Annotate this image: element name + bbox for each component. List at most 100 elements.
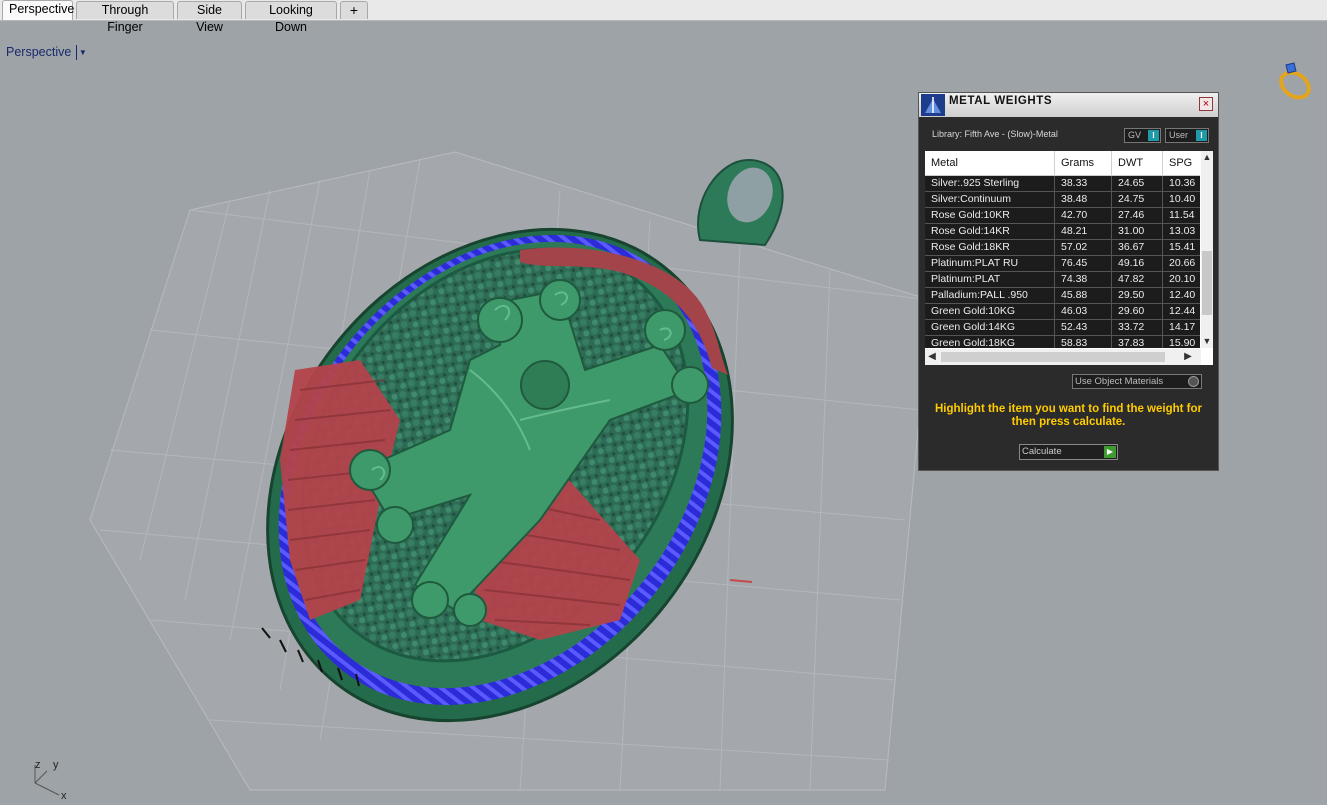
horizontal-scrollbar[interactable]: ◀ ▶ [925, 349, 1201, 365]
grams-cell: 42.70 [1055, 208, 1112, 223]
table-row[interactable]: Platinum:PLAT 74.38 47.82 20.10 [925, 272, 1200, 288]
dwt-cell: 47.82 [1112, 272, 1163, 287]
metal-weights-panel: METAL WEIGHTS × Library: Fifth Ave - (Sl… [918, 92, 1219, 471]
viewport-menu-dropdown-icon[interactable]: ▼ [76, 44, 88, 60]
dwt-cell: 29.60 [1112, 304, 1163, 319]
grams-cell: 74.38 [1055, 272, 1112, 287]
axis-y-label: y [53, 759, 59, 771]
metal-cell: Platinum:PLAT RU [925, 256, 1055, 271]
spg-cell: 12.44 [1169, 305, 1196, 317]
grams-cell: 58.83 [1055, 336, 1112, 348]
grams-cell: 38.48 [1055, 192, 1112, 207]
use-object-materials-toggle[interactable]: Use Object Materials [1072, 374, 1202, 389]
ring-logo-icon[interactable] [1275, 59, 1315, 101]
spg-cell: 10.36 [1169, 177, 1196, 189]
calculate-button[interactable]: Calculate ▶ [1019, 444, 1118, 460]
user-toggle[interactable]: User I [1165, 128, 1209, 143]
tab-looking-down[interactable]: Looking Down [245, 1, 337, 34]
column-header-grams[interactable]: Grams [1055, 151, 1112, 175]
calculate-label: Calculate [1022, 446, 1062, 457]
tab-side-view[interactable]: Side View [177, 1, 242, 34]
user-checkbox-icon[interactable]: I [1196, 130, 1207, 141]
grams-cell: 76.45 [1055, 256, 1112, 271]
gv-toggle[interactable]: GV I [1124, 128, 1161, 143]
user-label: User [1169, 130, 1189, 140]
metal-cell: Silver:.925 Sterling [925, 176, 1055, 191]
table-row[interactable]: Green Gold:14KG 52.43 33.72 14.17 [925, 320, 1200, 336]
scroll-down-icon[interactable]: ▼ [1201, 335, 1213, 347]
play-arrow-icon[interactable]: ▶ [1104, 446, 1116, 458]
spg-cell: 11.54 [1169, 209, 1195, 221]
table-row[interactable]: Silver:.925 Sterling 38.33 24.65 10.36 [925, 176, 1200, 192]
metal-cell: Green Gold:14KG [925, 320, 1055, 335]
library-label: Library: Fifth Ave - (Slow)-Metal [932, 129, 1058, 139]
table-row[interactable]: Rose Gold:10KR 42.70 27.46 11.54 [925, 208, 1200, 224]
dwt-cell: 49.16 [1112, 256, 1163, 271]
metal-cell: Rose Gold:10KR [925, 208, 1055, 223]
use-object-materials-label: Use Object Materials [1075, 376, 1164, 387]
table-row[interactable]: Silver:Continuum 38.48 24.75 10.40 [925, 192, 1200, 208]
table-row[interactable]: Rose Gold:18KR 57.02 36.67 15.41 [925, 240, 1200, 256]
table-body: Silver:.925 Sterling 38.33 24.65 10.36 Silve… [925, 176, 1200, 348]
dwt-cell: 33.72 [1112, 320, 1163, 335]
table-row[interactable]: Rose Gold:14KR 48.21 31.00 13.03 [925, 224, 1200, 240]
spg-cell: 13.03 [1169, 225, 1196, 237]
dwt-cell: 24.75 [1112, 192, 1163, 207]
axis-z-label: z [35, 759, 41, 771]
metal-cell: Rose Gold:18KR [925, 240, 1055, 255]
axis-gizmo: z y x [25, 759, 75, 805]
column-header-dwt[interactable]: DWT [1112, 151, 1163, 175]
grams-cell: 46.03 [1055, 304, 1112, 319]
metal-cell: Green Gold:18KG [925, 336, 1055, 348]
grams-cell: 45.88 [1055, 288, 1112, 303]
instruction-text: Highlight the item you want to find the … [934, 403, 1203, 428]
scale-logo-icon [921, 94, 945, 116]
table-row[interactable]: Platinum:PLAT RU 76.45 49.16 20.66 [925, 256, 1200, 272]
grams-cell: 52.43 [1055, 320, 1112, 335]
spg-cell: 12.40 [1169, 289, 1196, 301]
panel-title: METAL WEIGHTS [949, 95, 1053, 107]
spg-cell: 15.90 [1169, 337, 1196, 348]
spg-cell: 15.41 [1169, 241, 1196, 253]
dwt-cell: 27.46 [1112, 208, 1163, 223]
dwt-cell: 24.65 [1112, 176, 1163, 191]
column-header-spg[interactable]: SPG [1163, 151, 1203, 175]
column-header-metal[interactable]: Metal [925, 151, 1055, 175]
grams-cell: 57.02 [1055, 240, 1112, 255]
metal-cell: Green Gold:10KG [925, 304, 1055, 319]
scroll-left-icon[interactable]: ◀ [925, 349, 939, 365]
tab-through-finger[interactable]: Through Finger [76, 1, 174, 34]
spg-cell: 14.17 [1169, 321, 1196, 333]
table-row[interactable]: Green Gold:10KG 46.03 29.60 12.44 [925, 304, 1200, 320]
metal-cell: Rose Gold:14KR [925, 224, 1055, 239]
dwt-cell: 31.00 [1112, 224, 1163, 239]
spg-cell: 20.10 [1169, 273, 1196, 285]
table-row[interactable]: Green Gold:18KG 58.83 37.83 15.90 [925, 336, 1200, 348]
gv-label: GV [1128, 130, 1142, 140]
metal-table[interactable]: Metal Grams DWT SPG Silver:.925 Sterling… [925, 151, 1213, 365]
metal-cell: Platinum:PLAT [925, 272, 1055, 287]
metal-cell: Silver:Continuum [925, 192, 1055, 207]
dwt-cell: 37.83 [1112, 336, 1163, 348]
scroll-right-icon[interactable]: ▶ [1181, 349, 1195, 365]
vertical-scrollbar[interactable]: ▲ ▼ [1201, 151, 1213, 348]
gv-checkbox-icon[interactable]: I [1148, 130, 1159, 141]
spg-cell: 20.66 [1169, 257, 1196, 269]
grams-cell: 48.21 [1055, 224, 1112, 239]
tab-perspective[interactable]: Perspective [2, 0, 74, 20]
viewport-name: Perspective [6, 45, 72, 59]
vertical-scroll-thumb[interactable] [1202, 251, 1212, 315]
table-header: Metal Grams DWT SPG [925, 151, 1200, 176]
dwt-cell: 36.67 [1112, 240, 1163, 255]
viewport-tab-bar: Perspective Through Finger Side View Loo… [0, 0, 1327, 34]
scroll-up-icon[interactable]: ▲ [1201, 151, 1213, 163]
add-tab-button[interactable]: + [340, 1, 368, 19]
dwt-cell: 29.50 [1112, 288, 1163, 303]
viewport-label[interactable]: Perspective ▼ [2, 43, 88, 61]
panel-title-bar[interactable]: METAL WEIGHTS × [919, 93, 1218, 117]
horizontal-scroll-thumb[interactable] [941, 352, 1165, 362]
table-row[interactable]: Palladium:PALL .950 45.88 29.50 12.40 [925, 288, 1200, 304]
use-object-materials-checkbox-icon[interactable] [1188, 376, 1199, 387]
close-icon[interactable]: × [1199, 97, 1213, 111]
spg-cell: 10.40 [1169, 193, 1196, 205]
